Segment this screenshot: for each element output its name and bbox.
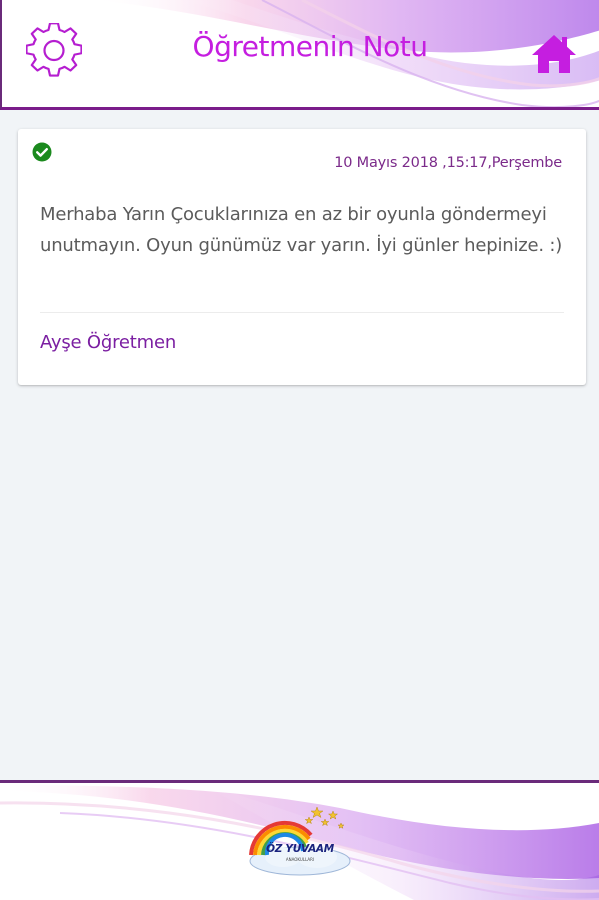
note-date: 10 Mayıs 2018 ,15:17,Perşembe: [334, 155, 562, 171]
settings-button[interactable]: [24, 22, 84, 80]
home-icon: [532, 35, 576, 73]
note-author: Ayşe Öğretmen: [40, 332, 177, 353]
app-header: Öğretmenin Notu: [0, 0, 599, 110]
logo-text: ÖZ YUVAAM: [266, 843, 334, 855]
page-title: Öğretmenin Notu: [192, 30, 428, 63]
gear-icon: [26, 23, 82, 77]
app-footer: ÖZ YUVAAM ANAOKULLARI: [0, 780, 599, 900]
note-divider: [40, 312, 564, 313]
note-message: Merhaba Yarın Çocuklarınıza en az bir oy…: [40, 204, 563, 256]
note-card[interactable]: 10 Mayıs 2018 ,15:17,Perşembe Merhaba Ya…: [18, 129, 586, 385]
home-button[interactable]: [528, 32, 580, 76]
check-circle-icon: [32, 142, 52, 162]
logo-subtext: ANAOKULLARI: [285, 857, 315, 862]
